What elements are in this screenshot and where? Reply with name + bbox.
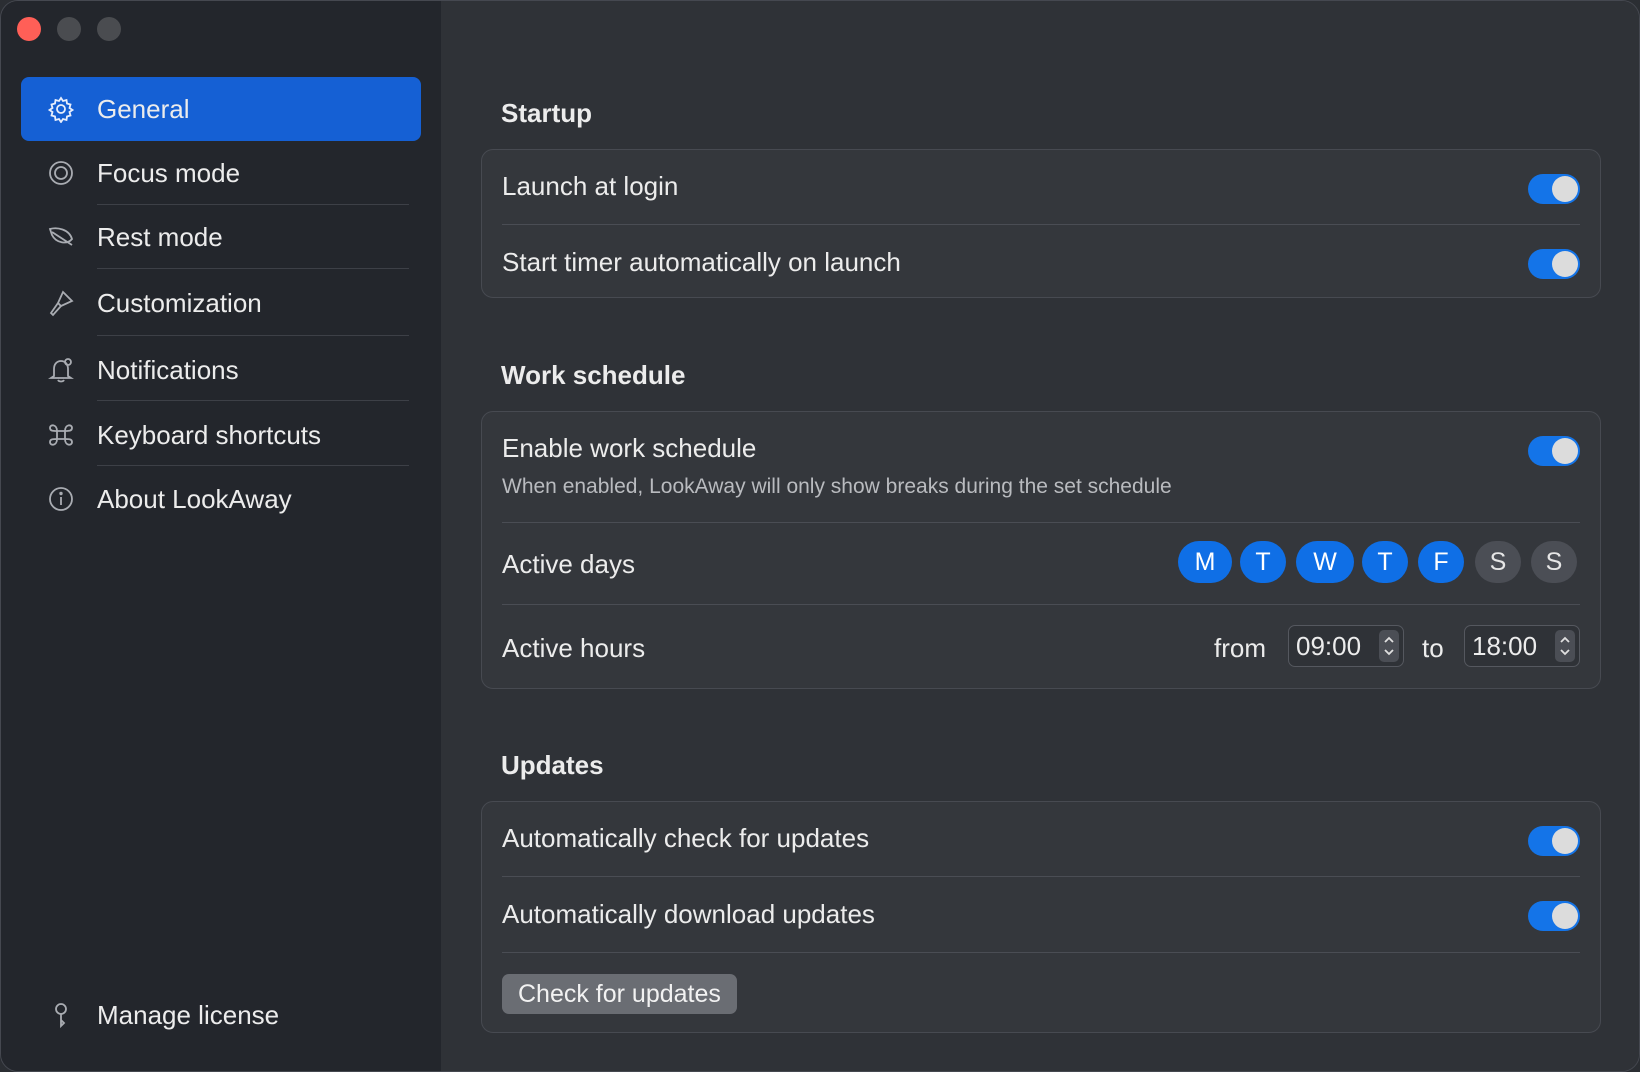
divider xyxy=(502,224,1580,225)
start-timer-label: Start timer automatically on launch xyxy=(502,247,901,277)
stepper-arrows-icon xyxy=(1384,636,1394,656)
day-friday[interactable]: F xyxy=(1418,541,1464,583)
auto-download-updates-label: Automatically download updates xyxy=(502,899,875,929)
divider xyxy=(97,268,409,269)
from-label: from xyxy=(1214,633,1266,663)
sidebar-item-label: Customization xyxy=(97,287,262,318)
leaf-icon xyxy=(47,223,75,251)
day-thursday[interactable]: T xyxy=(1362,541,1408,583)
divider xyxy=(502,952,1580,953)
auto-check-updates-label: Automatically check for updates xyxy=(502,823,870,853)
divider xyxy=(502,604,1580,605)
divider xyxy=(502,522,1580,523)
divider xyxy=(97,465,409,466)
from-time-value: 09:00 xyxy=(1296,630,1362,661)
active-hours-label: Active hours xyxy=(502,633,646,663)
toggle-knob xyxy=(1552,828,1578,854)
sidebar-item-about[interactable]: About LookAway xyxy=(21,467,421,531)
sidebar-item-general[interactable]: General xyxy=(21,77,421,141)
to-time-field[interactable]: 18:00 xyxy=(1464,625,1580,667)
toggle-knob xyxy=(1552,438,1578,464)
manage-license-label: Manage license xyxy=(97,999,280,1030)
divider xyxy=(502,876,1580,877)
updates-card: Automatically check for updates Automati… xyxy=(481,801,1601,1033)
start-timer-toggle[interactable] xyxy=(1528,249,1580,279)
sidebar: General Focus mode Rest mode Customizati… xyxy=(1,1,441,1071)
day-tuesday[interactable]: T xyxy=(1240,541,1286,583)
launch-at-login-toggle[interactable] xyxy=(1528,174,1580,204)
launch-at-login-label: Launch at login xyxy=(502,171,679,201)
maximize-window-button[interactable] xyxy=(97,17,121,41)
stepper-arrows-icon xyxy=(1560,636,1570,656)
to-time-value: 18:00 xyxy=(1472,630,1538,661)
active-days-label: Active days xyxy=(502,549,635,579)
day-sunday[interactable]: S xyxy=(1531,541,1577,583)
toggle-knob xyxy=(1552,903,1578,929)
close-window-button[interactable] xyxy=(17,17,41,41)
toggle-knob xyxy=(1552,176,1578,202)
section-title-startup: Startup xyxy=(501,98,592,128)
sidebar-item-label: Rest mode xyxy=(97,221,223,252)
divider xyxy=(97,400,409,401)
day-monday[interactable]: M xyxy=(1178,541,1232,583)
work-schedule-card: Enable work schedule When enabled, LookA… xyxy=(481,411,1601,689)
sidebar-item-label: About LookAway xyxy=(97,483,292,514)
sidebar-item-notifications[interactable]: Notifications xyxy=(21,338,421,402)
sidebar-item-label: Focus mode xyxy=(97,157,241,188)
from-time-field[interactable]: 09:00 xyxy=(1288,625,1404,667)
command-icon xyxy=(47,421,75,449)
info-icon xyxy=(47,485,75,513)
section-title-work-schedule: Work schedule xyxy=(501,360,686,390)
auto-download-updates-toggle[interactable] xyxy=(1528,901,1580,931)
sidebar-item-label: Keyboard shortcuts xyxy=(97,419,322,450)
auto-check-updates-toggle[interactable] xyxy=(1528,826,1580,856)
gear-icon xyxy=(47,95,75,123)
to-time-stepper[interactable] xyxy=(1555,630,1575,662)
enable-work-schedule-label: Enable work schedule xyxy=(502,433,757,463)
toggle-knob xyxy=(1552,251,1578,277)
day-wednesday[interactable]: W xyxy=(1296,541,1354,583)
enable-work-schedule-description: When enabled, LookAway will only show br… xyxy=(502,475,1172,498)
bell-icon xyxy=(47,356,75,384)
manage-license-button[interactable]: Manage license xyxy=(21,983,421,1047)
paintbrush-icon xyxy=(47,289,75,317)
section-title-updates: Updates xyxy=(501,750,604,780)
divider xyxy=(97,335,409,336)
check-for-updates-button[interactable]: Check for updates xyxy=(502,974,737,1014)
minimize-window-button[interactable] xyxy=(57,17,81,41)
startup-card: Launch at login Start timer automaticall… xyxy=(481,149,1601,298)
from-time-stepper[interactable] xyxy=(1379,630,1399,662)
target-icon xyxy=(47,159,75,187)
day-saturday[interactable]: S xyxy=(1475,541,1521,583)
sidebar-item-customization[interactable]: Customization xyxy=(21,271,421,335)
enable-work-schedule-toggle[interactable] xyxy=(1528,436,1580,466)
to-label: to xyxy=(1422,633,1444,663)
sidebar-item-focus-mode[interactable]: Focus mode xyxy=(21,141,421,205)
settings-window: General Focus mode Rest mode Customizati… xyxy=(0,0,1640,1072)
key-icon xyxy=(47,1001,75,1029)
sidebar-item-label: General xyxy=(97,93,190,124)
sidebar-item-rest-mode[interactable]: Rest mode xyxy=(21,205,421,269)
sidebar-item-label: Notifications xyxy=(97,354,239,385)
sidebar-item-keyboard-shortcuts[interactable]: Keyboard shortcuts xyxy=(21,403,421,467)
